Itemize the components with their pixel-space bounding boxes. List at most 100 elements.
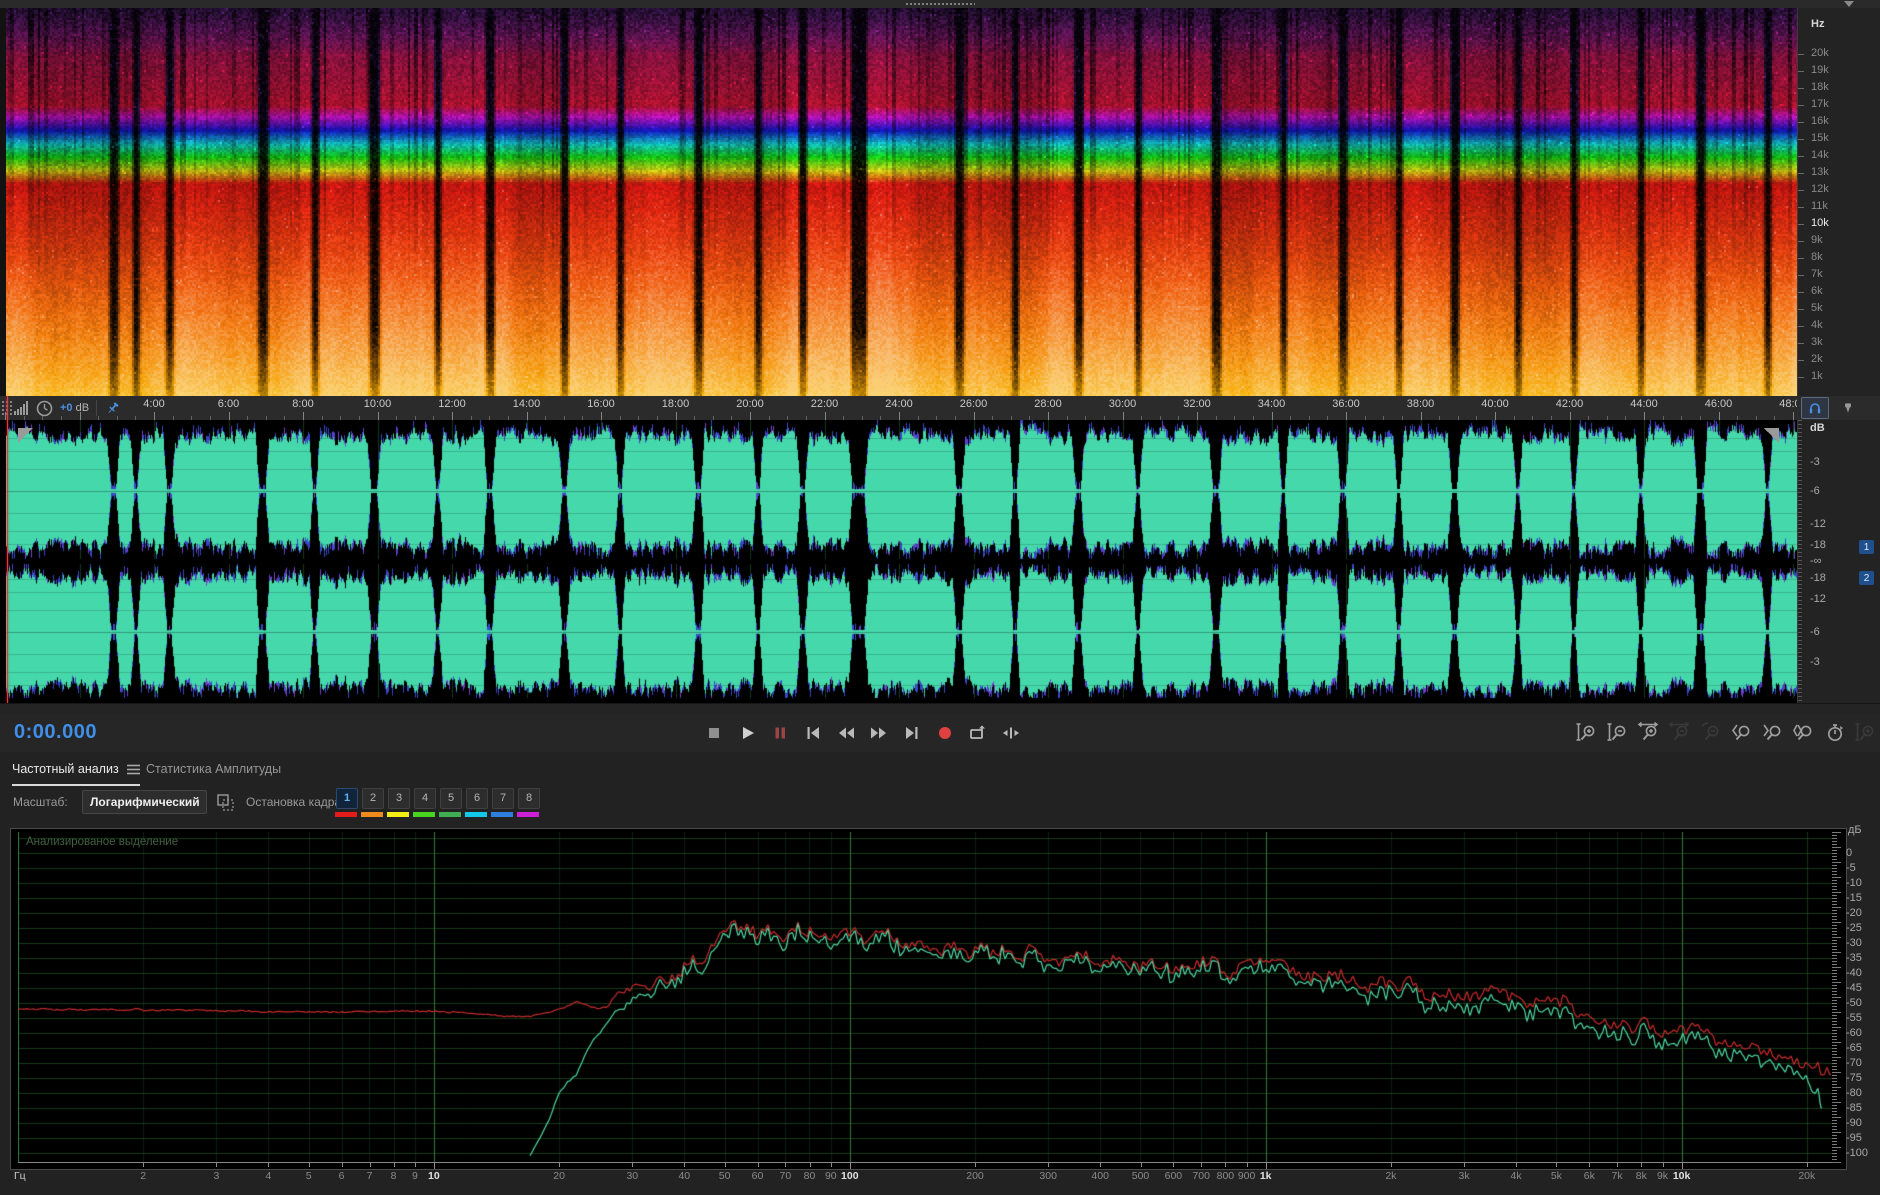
rewind-icon — [838, 727, 854, 738]
fast-forward-button[interactable] — [865, 719, 892, 746]
db-axis-tick — [1832, 844, 1837, 845]
waveform-view[interactable] — [0, 420, 1797, 703]
spectral-pitch-toggle[interactable] — [1801, 397, 1829, 419]
zoom-to-out-point-button[interactable] — [1760, 719, 1786, 746]
zoom-out-horizontal-button[interactable] — [1667, 719, 1693, 746]
hold-button-7[interactable]: 7 — [491, 788, 514, 817]
freq-scale-tick — [1798, 241, 1804, 242]
hold-button-2[interactable]: 2 — [361, 788, 384, 817]
db-axis-tick — [1832, 877, 1841, 878]
ruler-tick — [228, 412, 230, 420]
db-axis-tick — [1832, 889, 1837, 890]
pin-playhead-icon[interactable] — [104, 400, 121, 417]
db-axis-label: -90 — [1846, 1117, 1862, 1129]
hold-button-8[interactable]: 8 — [517, 788, 540, 817]
playhead[interactable] — [7, 396, 8, 703]
panel-resize-grip[interactable] — [905, 2, 975, 7]
stop-button[interactable] — [700, 719, 727, 746]
copy-graph-icon[interactable] — [216, 793, 235, 812]
ruler-tick — [899, 412, 900, 420]
rewind-button[interactable] — [832, 719, 859, 746]
freq-scale-tick — [1798, 71, 1804, 72]
db-axis-tick — [1832, 1099, 1837, 1100]
frequency-plot-canvas[interactable] — [18, 832, 1832, 1162]
play-button[interactable] — [733, 719, 760, 746]
hold-label: Остановка кадра: — [246, 795, 345, 809]
waveform-corner-handle-right[interactable] — [1764, 428, 1779, 443]
shuttle-button[interactable] — [997, 719, 1024, 746]
tab-amplitude-statistics[interactable]: Статистика Амплитуды — [146, 762, 281, 776]
clock-icon[interactable] — [36, 400, 53, 417]
spectrogram-canvas[interactable] — [6, 8, 1797, 396]
record-button[interactable] — [931, 719, 958, 746]
db-axis-tick — [1832, 1102, 1841, 1103]
frequency-axis-label: 7 — [366, 1170, 373, 1182]
tab-frequency-analysis[interactable]: Частотный анализ — [12, 762, 140, 786]
db-axis-tick — [1832, 886, 1837, 887]
waveform-corner-handle-left[interactable] — [18, 428, 33, 443]
db-axis-tick — [1832, 1036, 1837, 1037]
spectrogram-view[interactable] — [0, 8, 1797, 396]
db-axis-tick — [1832, 1084, 1837, 1085]
waveform-canvas[interactable] — [6, 420, 1797, 703]
zoom-reset-button[interactable] — [1698, 719, 1724, 746]
skip-back-button[interactable] — [799, 719, 826, 746]
frequency-axis-tick — [1140, 1162, 1142, 1167]
zoom-to-in-point-button[interactable] — [1729, 719, 1755, 746]
freq-scale-tick — [1798, 207, 1804, 208]
gain-indicator[interactable]: +0 dB — [60, 402, 89, 414]
freq-scale-label: 17k — [1811, 98, 1829, 110]
hold-button-3[interactable]: 3 — [387, 788, 410, 817]
zoom-in-vertical-button[interactable] — [1574, 719, 1600, 746]
freq-scale-label: 3k — [1811, 336, 1823, 348]
pause-icon — [775, 727, 785, 738]
zoom-full-button[interactable] — [1853, 719, 1879, 746]
freq-scale-tick — [1798, 54, 1804, 55]
db-axis-tick — [1832, 1060, 1837, 1061]
freq-scale-label: 18k — [1811, 81, 1829, 93]
panel-menu-icon[interactable] — [126, 764, 140, 775]
zoom-timed-button[interactable] — [1822, 719, 1848, 746]
hold-color-bar — [439, 812, 461, 817]
db-axis-tick — [1832, 952, 1841, 953]
db-axis-tick — [1832, 988, 1837, 989]
db-axis-tick — [1832, 1069, 1837, 1070]
freq-scale-label: 19k — [1811, 64, 1829, 76]
frequency-scale[interactable]: Hz 20k 19k 18k 17k 16k 15k 14k 13k 12k 11k 10k 9k 8k… — [1797, 8, 1880, 396]
db-axis-tick — [1832, 982, 1841, 983]
hold-button-6[interactable]: 6 — [465, 788, 488, 817]
zoom-out-vertical-button[interactable] — [1605, 719, 1631, 746]
levels-icon[interactable] — [13, 400, 29, 416]
hold-button-5[interactable]: 5 — [439, 788, 462, 817]
pause-button[interactable] — [766, 719, 793, 746]
db-axis-label: -80 — [1846, 1087, 1862, 1099]
marker-tool[interactable] — [1835, 398, 1861, 418]
scale-dropdown[interactable]: Логарифмический — [82, 790, 207, 814]
db-axis-tick — [1832, 883, 1837, 884]
loop-playback-button[interactable] — [964, 719, 991, 746]
frequency-axis-label: 500 — [1131, 1170, 1150, 1182]
skip-forward-button[interactable] — [898, 719, 925, 746]
zoom-to-selection-button[interactable] — [1791, 719, 1817, 746]
frequency-axis-label: 800 — [1216, 1170, 1235, 1182]
transport-bar: 0:00.000 — [0, 714, 1880, 752]
amplitude-scale[interactable]: dB -3 -6 -12 -18 -∞ -18 -12 -6 -3 1 2 — [1797, 420, 1880, 703]
frequency-axis-label: 30 — [626, 1170, 639, 1182]
zoom-in-horizontal-button[interactable] — [1636, 719, 1662, 746]
ruler-tick — [601, 412, 602, 420]
frequency-axis-label: 90 — [824, 1170, 837, 1182]
time-display[interactable]: 0:00.000 — [14, 721, 97, 744]
panel-menu-arrow-icon[interactable] — [1844, 1, 1854, 7]
hold-color-bar — [491, 812, 513, 817]
frequency-axis-tick — [1641, 1162, 1643, 1167]
channel-badge[interactable]: 2 — [1859, 571, 1874, 585]
db-axis-tick — [1832, 1024, 1837, 1025]
channel-badge[interactable]: 1 — [1859, 540, 1874, 554]
hold-button-4[interactable]: 4 — [413, 788, 436, 817]
timeline-ruler[interactable]: +0 dB 4:00 6:00 8:00 10:00 12:00 14:00 16:00 18… — [0, 396, 1807, 421]
db-axis-tick — [1832, 1129, 1837, 1130]
db-axis-label: -15 — [1846, 892, 1862, 904]
hold-button-1[interactable]: 1 — [335, 788, 358, 817]
frequency-axis-label: 7k — [1611, 1170, 1623, 1182]
freq-scale-label: 1k — [1811, 370, 1823, 382]
